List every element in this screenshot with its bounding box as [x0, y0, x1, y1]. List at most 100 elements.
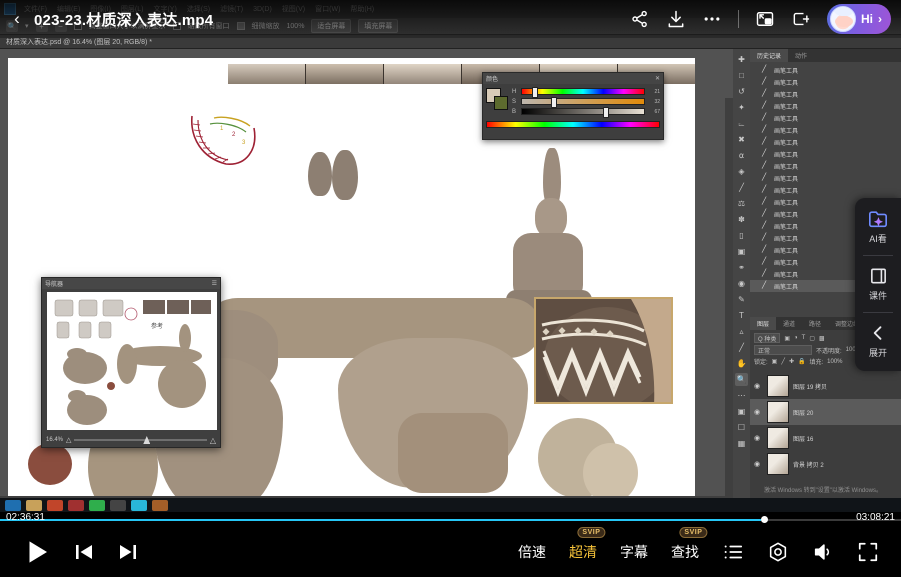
- settings-icon[interactable]: [767, 541, 789, 563]
- back-arrow-icon[interactable]: ‹: [0, 0, 34, 38]
- navigator-zoom-slider[interactable]: [74, 439, 206, 441]
- taskbar-app2-icon[interactable]: [68, 500, 84, 511]
- subtitles-button[interactable]: 字幕: [620, 542, 648, 562]
- history-entry[interactable]: ╱画笔工具: [750, 160, 901, 172]
- history-brush-tool-icon[interactable]: ✽: [735, 213, 748, 226]
- saturation-track[interactable]: [521, 98, 645, 105]
- saturation-slider-row[interactable]: S 32: [512, 98, 660, 105]
- hue-track[interactable]: [521, 88, 645, 95]
- layer-item[interactable]: ◉图层 16: [750, 425, 901, 451]
- color-panel[interactable]: 颜色 ✕ H 21 S 32: [482, 72, 664, 140]
- dodge-tool-icon[interactable]: ◉: [735, 277, 748, 290]
- courseware-button[interactable]: 课件: [855, 263, 901, 305]
- zoom-in-large-icon[interactable]: △: [210, 436, 216, 445]
- volume-icon[interactable]: [812, 541, 834, 563]
- brightness-thumb[interactable]: [603, 107, 609, 118]
- lock-brush-icon[interactable]: ╱: [781, 358, 785, 365]
- history-entry[interactable]: ╱画笔工具: [750, 136, 901, 148]
- layer-visibility-icon[interactable]: ◉: [754, 408, 763, 416]
- zoom-out-small-icon[interactable]: △: [66, 436, 71, 444]
- cast-icon[interactable]: [791, 9, 811, 29]
- navigator-footer[interactable]: 16.4% △ △: [42, 433, 220, 447]
- more-icon[interactable]: [702, 9, 722, 29]
- tab-channels[interactable]: 通道: [776, 317, 802, 330]
- slice-tool-icon[interactable]: ✖: [735, 133, 748, 146]
- layer-item[interactable]: ◉图层 19 拷贝: [750, 373, 901, 399]
- background-color-swatch[interactable]: [494, 96, 508, 110]
- color-swatches[interactable]: [486, 88, 508, 110]
- fullscreen-icon[interactable]: [857, 541, 879, 563]
- clone-stamp-tool-icon[interactable]: ⚖: [735, 197, 748, 210]
- history-entry[interactable]: ╱画笔工具: [750, 64, 901, 76]
- type-tool-icon[interactable]: T: [735, 309, 748, 322]
- pen-tool-icon[interactable]: ✎: [735, 293, 748, 306]
- history-entry[interactable]: ╱画笔工具: [750, 112, 901, 124]
- history-entry[interactable]: ╱画笔工具: [750, 124, 901, 136]
- layer-item[interactable]: ◉背景 拷贝 2: [750, 451, 901, 477]
- tab-paths[interactable]: 路径: [802, 317, 828, 330]
- layer-visibility-icon[interactable]: ◉: [754, 460, 763, 468]
- eyedropper-tool-icon[interactable]: ⍺: [735, 149, 748, 162]
- lasso-tool-icon[interactable]: ↺: [735, 85, 748, 98]
- tab-layers[interactable]: 图层: [750, 317, 776, 330]
- playlist-icon[interactable]: [722, 541, 744, 563]
- navigator-preview[interactable]: 参考: [47, 292, 217, 430]
- tab-actions[interactable]: 动作: [788, 49, 814, 62]
- ai-side-panel[interactable]: AI看 课件 展开: [855, 198, 901, 371]
- history-entry[interactable]: ╱画笔工具: [750, 148, 901, 160]
- color-panel-close-icon[interactable]: ✕: [655, 75, 660, 82]
- ai-watch-button[interactable]: AI看: [855, 206, 901, 248]
- hue-slider-row[interactable]: H 21: [512, 88, 660, 95]
- filter-adjust-icon[interactable]: ◑: [794, 335, 798, 341]
- history-entry[interactable]: ╱画笔工具: [750, 88, 901, 100]
- color-spectrum-strip[interactable]: [486, 121, 660, 128]
- more-tools-icon[interactable]: ⋯: [735, 389, 748, 402]
- magic-wand-tool-icon[interactable]: ✦: [735, 101, 748, 114]
- expand-button[interactable]: 展开: [855, 320, 901, 362]
- healing-brush-tool-icon[interactable]: ◈: [735, 165, 748, 178]
- screen-mode-icon[interactable]: ▦: [735, 437, 748, 450]
- blur-tool-icon[interactable]: ⚭: [735, 261, 748, 274]
- brush-tool-icon[interactable]: ╱: [735, 181, 748, 194]
- avatar[interactable]: [830, 6, 856, 32]
- filter-shape-icon[interactable]: ▢: [809, 335, 815, 342]
- layer-item[interactable]: ◉图层 20: [750, 399, 901, 425]
- hand-tool-icon[interactable]: ✋: [735, 357, 748, 370]
- fill-value[interactable]: 100%: [827, 359, 842, 365]
- canvas-vertical-scrollbar[interactable]: [725, 98, 733, 512]
- crop-tool-icon[interactable]: ⌳: [735, 117, 748, 130]
- foreground-background-icon[interactable]: ▣: [735, 405, 748, 418]
- previous-button[interactable]: [72, 540, 96, 564]
- saturation-thumb[interactable]: [551, 97, 557, 108]
- marquee-tool-icon[interactable]: □: [735, 69, 748, 82]
- filter-image-icon[interactable]: ▣: [784, 335, 790, 342]
- speed-button[interactable]: 倍速: [518, 542, 546, 562]
- tab-history[interactable]: 历史记录: [750, 49, 788, 62]
- progress-bar[interactable]: [0, 518, 901, 522]
- lock-move-icon[interactable]: ✚: [789, 358, 794, 365]
- next-button[interactable]: [116, 540, 140, 564]
- layer-visibility-icon[interactable]: ◉: [754, 382, 763, 390]
- navigator-menu-icon[interactable]: ☰: [212, 280, 217, 287]
- path-selection-tool-icon[interactable]: ▵: [735, 325, 748, 338]
- gradient-tool-icon[interactable]: ▣: [735, 245, 748, 258]
- taskbar-start-icon[interactable]: [5, 500, 21, 511]
- quality-button[interactable]: SVIP 超清: [569, 542, 597, 562]
- picture-in-picture-icon[interactable]: [755, 9, 775, 29]
- play-button[interactable]: [22, 537, 52, 567]
- search-button[interactable]: SVIP 查找: [671, 542, 699, 562]
- zoom-tool-icon-sidebar[interactable]: 🔍: [735, 373, 748, 386]
- windows-taskbar[interactable]: [0, 498, 901, 512]
- filter-smart-icon[interactable]: ▩: [819, 335, 825, 342]
- account-pill[interactable]: Hi ›: [827, 4, 891, 34]
- navigator-panel[interactable]: 导航器 ☰ 参考: [41, 277, 221, 448]
- blend-mode-select[interactable]: 正常: [754, 345, 812, 355]
- quick-mask-icon[interactable]: ☐: [735, 421, 748, 434]
- history-entry[interactable]: ╱画笔工具: [750, 76, 901, 88]
- shape-tool-icon[interactable]: ╱: [735, 341, 748, 354]
- filter-type-icon[interactable]: T: [802, 335, 806, 341]
- video-canvas[interactable]: 文件(F) 编辑(E) 图像(I) 图层(L) 文字(Y) 选择(S) 滤镜(T…: [0, 0, 901, 512]
- taskbar-explorer-icon[interactable]: [26, 500, 42, 511]
- photoshop-toolbar[interactable]: ✚ □ ↺ ✦ ⌳ ✖ ⍺ ◈ ╱ ⚖ ✽ ▯ ▣ ⚭ ◉ ✎ T ▵ ╱ ✋ …: [733, 49, 750, 512]
- brightness-track[interactable]: [521, 108, 645, 115]
